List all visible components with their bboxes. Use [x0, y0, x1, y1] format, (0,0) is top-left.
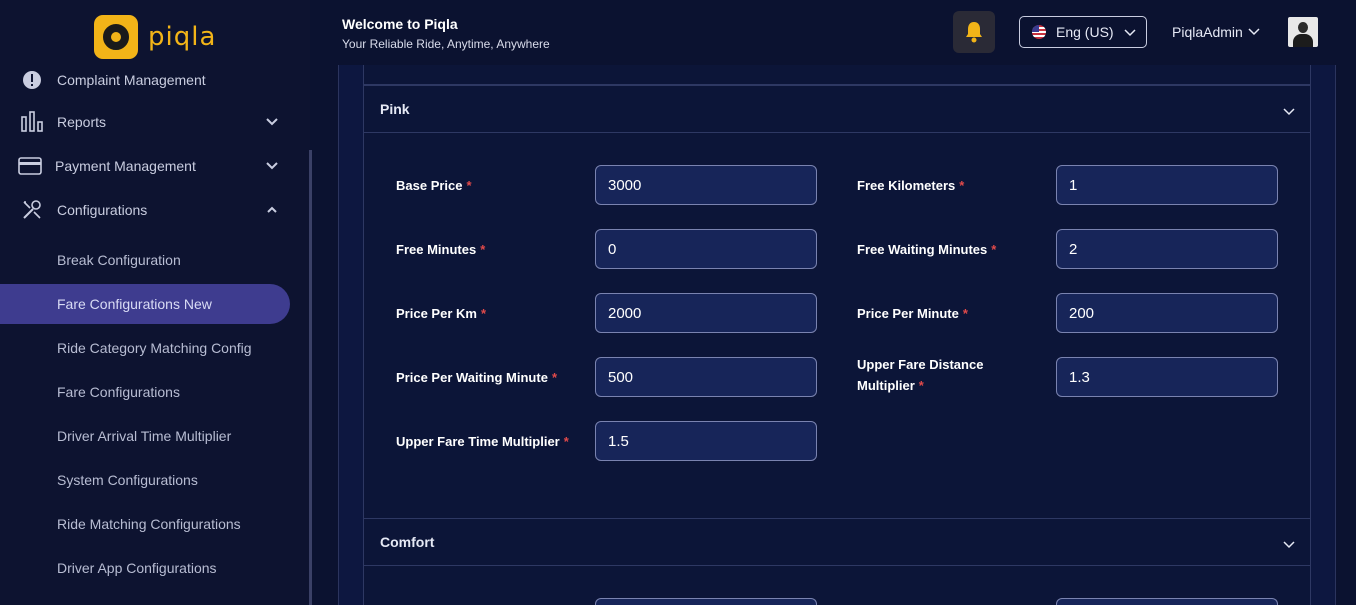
panel-title: Pink — [380, 101, 410, 117]
avatar[interactable] — [1288, 17, 1318, 47]
upper-fare-time-multiplier-input[interactable] — [595, 421, 817, 461]
bell-icon — [966, 22, 982, 43]
language-select[interactable]: Eng (US) — [1019, 16, 1147, 48]
sidebar-item-label: Complaint Management — [57, 72, 206, 88]
bar-chart-icon — [20, 110, 44, 134]
free-waiting-minutes-input[interactable] — [1056, 229, 1278, 269]
free-kilometers-label: Free Kilometers * — [857, 178, 965, 193]
previous-panel — [363, 65, 1311, 85]
chevron-down-icon — [1124, 24, 1136, 40]
us-flag-icon — [1032, 25, 1046, 39]
sidebar-subitem-label: Fare Configurations New — [57, 296, 212, 312]
language-label: Eng (US) — [1056, 24, 1114, 40]
welcome-title: Welcome to Piqla — [342, 16, 458, 32]
welcome-subtitle: Your Reliable Ride, Anytime, Anywhere — [342, 37, 550, 51]
sidebar-subitem-fare-configurations[interactable]: Fare Configurations — [0, 372, 290, 412]
sidebar-subitem-break-configuration[interactable]: Break Configuration — [0, 240, 290, 280]
sidebar-scrollbar[interactable] — [309, 150, 312, 605]
free-kilometers-input[interactable] — [1056, 165, 1278, 205]
sidebar-subitem-label: Ride Matching Configurations — [57, 516, 241, 532]
sidebar-item-configurations[interactable]: Configurations — [0, 188, 300, 232]
sidebar-item-label: Reports — [57, 114, 107, 130]
base-price-input[interactable] — [595, 165, 817, 205]
logo-icon — [94, 15, 138, 59]
comfort-input-partial[interactable] — [1056, 598, 1278, 605]
chevron-down-icon[interactable] — [1248, 23, 1260, 41]
sidebar-subitem-label: Driver App Configurations — [57, 560, 217, 576]
alert-icon — [20, 68, 44, 92]
sidebar-item-label: Configurations — [57, 202, 148, 218]
tools-icon — [20, 198, 44, 222]
comfort-input-partial[interactable] — [595, 598, 817, 605]
upper-fare-distance-multiplier-input[interactable] — [1056, 357, 1278, 397]
price-per-waiting-minute-label: Price Per Waiting Minute * — [396, 370, 557, 385]
sidebar-subitem-ride-matching-configurations[interactable]: Ride Matching Configurations — [0, 504, 290, 544]
upper-fare-distance-multiplier-label: Upper Fare Distance Multiplier * — [857, 357, 984, 393]
sidebar-subitem-label: Fare Configurations — [57, 384, 180, 400]
price-per-minute-label: Price Per Minute * — [857, 306, 968, 321]
sidebar-item-reports[interactable]: Reports — [0, 100, 300, 144]
notification-button[interactable] — [953, 11, 995, 53]
free-minutes-input[interactable] — [595, 229, 817, 269]
card-icon — [18, 154, 42, 178]
brand-logo[interactable]: piqla — [94, 15, 216, 59]
sidebar-item-payment-management[interactable]: Payment Management — [0, 144, 300, 188]
price-per-minute-input[interactable] — [1056, 293, 1278, 333]
sidebar-subitem-system-configurations[interactable]: System Configurations — [0, 460, 290, 500]
chevron-down-icon — [1283, 103, 1295, 121]
sidebar-subitem-label: Break Configuration — [57, 252, 181, 268]
panel-pink-header[interactable]: Pink — [364, 86, 1310, 133]
sidebar: piqla Complaint Management Reports Payme… — [0, 0, 310, 605]
sidebar-subitem-ride-category-matching-config[interactable]: Ride Category Matching Config — [0, 328, 290, 368]
sidebar-subitem-label: Driver Arrival Time Multiplier — [57, 428, 232, 444]
chevron-down-icon — [266, 159, 278, 173]
panel-comfort-header[interactable]: Comfort — [364, 519, 1310, 566]
price-per-km-label: Price Per Km * — [396, 306, 486, 321]
user-menu[interactable]: PiqlaAdmin — [1172, 24, 1243, 40]
sidebar-subitem-label: Ride Category Matching Config — [57, 340, 252, 356]
free-minutes-label: Free Minutes * — [396, 242, 486, 257]
panel-comfort: Comfort — [363, 518, 1311, 605]
sidebar-item-complaint-management[interactable]: Complaint Management — [0, 58, 300, 102]
sidebar-subitem-label: System Configurations — [57, 472, 198, 488]
chevron-down-icon — [1283, 536, 1295, 554]
top-header: Welcome to Piqla Your Reliable Ride, Any… — [310, 0, 1356, 65]
panel-title: Comfort — [380, 534, 435, 550]
price-per-waiting-minute-input[interactable] — [595, 357, 817, 397]
sidebar-item-label: Payment Management — [55, 158, 196, 174]
sidebar-subitem-driver-arrival-time-multiplier[interactable]: Driver Arrival Time Multiplier — [0, 416, 290, 456]
free-waiting-minutes-label: Free Waiting Minutes * — [857, 242, 997, 257]
chevron-down-icon — [266, 115, 278, 129]
chevron-up-icon — [266, 203, 278, 217]
price-per-km-input[interactable] — [595, 293, 817, 333]
sidebar-subitem-fare-configurations-new[interactable]: Fare Configurations New — [0, 284, 290, 324]
base-price-label: Base Price * — [396, 178, 472, 193]
upper-fare-time-multiplier-label: Upper Fare Time Multiplier * — [396, 434, 569, 449]
sidebar-subitem-driver-app-configurations[interactable]: Driver App Configurations — [0, 548, 290, 588]
brand-name: piqla — [148, 22, 217, 52]
